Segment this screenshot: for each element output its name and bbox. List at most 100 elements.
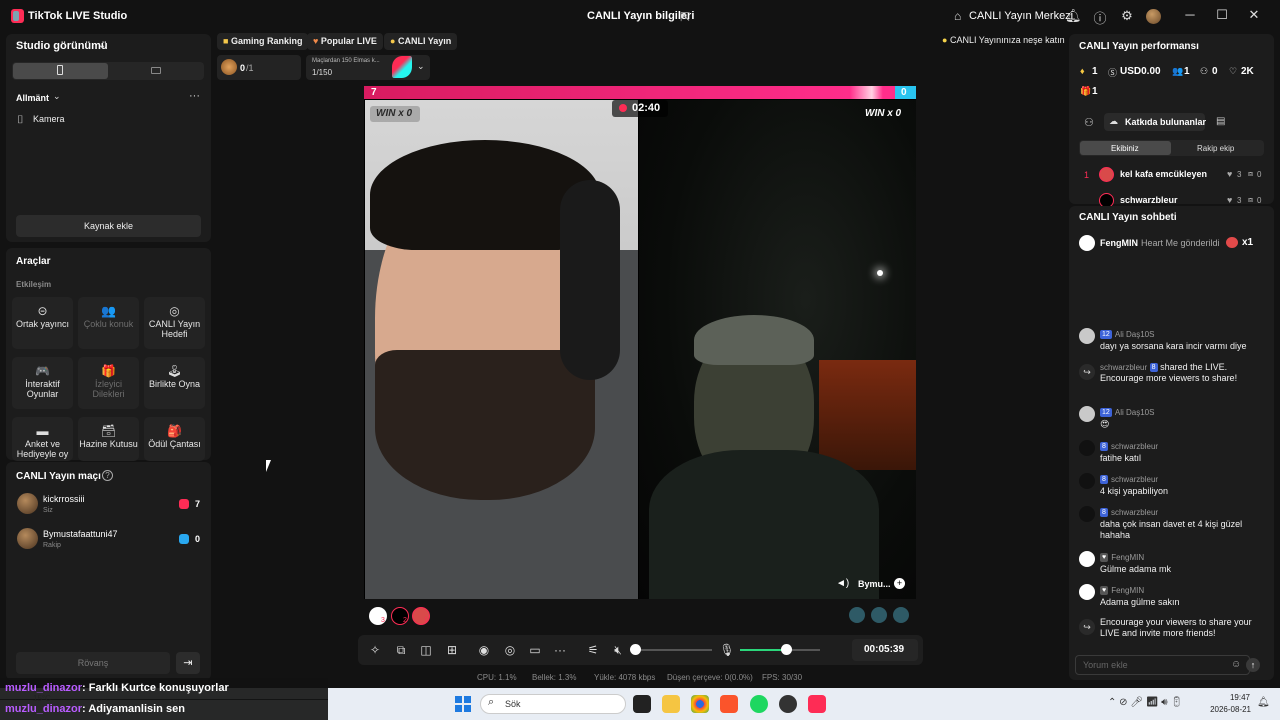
video-icon[interactable]: ▭ [527,643,543,657]
tool-multi-guest[interactable]: 👥 Çoklu konuk [78,297,139,349]
add-source-button[interactable]: Kaynak ekle [16,215,201,237]
windows-start-icon[interactable] [455,696,471,712]
studio-view-label[interactable]: Studio görünümü [16,40,108,52]
system-tray[interactable]: ⌃ ⊘ 🎤︎ 📶︎ 🔊︎ 🔋︎ [1108,697,1183,708]
minimize-button[interactable]: ─ [1182,7,1198,22]
avatar[interactable] [1079,584,1095,600]
avatar[interactable] [1146,9,1161,24]
rematch-button[interactable]: Rövanş [16,652,170,674]
treasure-box-icon: 🗃 [100,424,117,438]
seat-icon[interactable] [893,607,909,623]
metric-value: 2K [1241,66,1254,77]
avatar[interactable] [17,493,38,514]
screenshot-icon[interactable]: ◫ [418,643,434,657]
lightbulb-icon: ● [942,35,948,45]
avatar[interactable] [1079,328,1095,344]
speaker-icon[interactable]: ◄) [836,578,849,589]
task-view-icon[interactable] [633,695,651,713]
tool-poll[interactable]: ▬ Anket ve Hediyeyle oy [12,417,73,461]
record-icon[interactable]: ◉ [476,643,492,657]
list-icon[interactable]: ▤ [1216,116,1225,127]
pinned-avatar[interactable] [1079,235,1095,251]
heart-gift-icon [1226,237,1238,248]
landscape-icon[interactable] [151,67,161,74]
help-icon[interactable]: ⓘ [1092,8,1108,27]
avatar[interactable] [1079,440,1095,456]
chat-header: 8 schwarzbleur [1100,506,1158,518]
muted-speaker-icon[interactable]: 🔇︎ [610,643,626,658]
contributor-hearts: 3 [1237,196,1242,205]
file-explorer-icon[interactable] [662,695,680,713]
layout-icon[interactable]: ⧉ [393,643,409,658]
seat-icon[interactable] [849,607,865,623]
source-camera[interactable]: Kamera [33,114,65,124]
help-icon[interactable]: ? [102,470,113,481]
effects-icon[interactable]: ◎ [502,643,518,657]
more-menu-button[interactable]: ··· [189,90,200,102]
match-panel [6,462,211,680]
speaker-volume-knob[interactable] [630,644,641,655]
tool-link[interactable]: ⊝ Ortak yayıncı [12,297,73,349]
add-guest-icon[interactable]: + [894,578,905,589]
pinned-text: Heart Me gönderildi [1141,238,1220,248]
app-icon[interactable] [779,695,797,713]
bell-icon[interactable]: 🔔︎ [1065,8,1082,24]
chip-gaming-ranking[interactable]: ■ Gaming Ranking [217,33,309,50]
seat-icon[interactable] [871,607,887,623]
add-widget-icon[interactable]: ⊞ [444,643,460,657]
street-light [877,270,883,276]
tool-goal[interactable]: ◎ CANLI Yayın Hedefi [144,297,205,349]
speaker-volume-track[interactable] [634,649,712,651]
tool-viewer-request[interactable]: 🎁 İzleyici Dilekleri [78,357,139,409]
tool-gift-bag[interactable]: 🎒 Ödül Çantası [144,417,205,461]
guest-shirt [649,450,879,599]
maximize-button[interactable]: ☐ [1214,7,1230,23]
avatar[interactable] [1079,406,1095,422]
avatar[interactable] [17,528,38,549]
spotify-icon[interactable] [750,695,768,713]
taskbar-search[interactable] [480,694,626,714]
user-settings-icon[interactable]: ⚇ [1084,116,1094,129]
avatar[interactable] [1079,506,1095,522]
share-icon[interactable]: ⇱ [680,10,690,24]
more-icon[interactable]: ··· [552,643,568,657]
chip-canli-yayin[interactable]: ● CANLI Yayın [384,33,458,50]
emoji-icon[interactable]: ☺ [1231,659,1241,670]
home-icon[interactable]: ⌂ [954,9,961,23]
notification-icon[interactable]: 🔔︎ [1257,697,1270,708]
avatar[interactable] [1099,167,1114,182]
settings-sliders-icon[interactable]: ⚟ [585,643,601,657]
tab-rival[interactable]: Rakip ekip [1197,144,1234,153]
metric-value: 1 [1092,66,1098,77]
player-name: Bymustafaattuni47 [43,529,118,539]
overlay-name: muzlu_dinazor [5,682,83,694]
chrome-icon[interactable] [691,695,709,713]
brave-icon[interactable] [720,695,738,713]
mic-volume-knob[interactable] [781,644,792,655]
tool-gamepad[interactable]: 🎮 İnteraktif Oyunlar [12,357,73,409]
supporter-rank: 1 [424,617,428,624]
live-center-link[interactable]: CANLI Yayın Merkezi [969,10,1073,22]
chevron-down-icon[interactable]: ⌄ [98,40,106,51]
scene-chevron-icon[interactable]: ⌄ [53,91,61,102]
microphone-icon[interactable]: 🎙︎ [719,643,735,657]
tool-joystick[interactable]: 🕹 Birlikte Oyna [144,357,205,409]
contributor-name: schwarzbleur [1120,195,1178,205]
promo-text[interactable]: ● CANLI Yayınınıza neşe katın [942,35,1065,45]
avatar[interactable] [1079,473,1095,489]
tool-treasure-box[interactable]: 🗃 Hazine Kutusu [78,417,139,461]
mouse-cursor [266,460,276,472]
close-button[interactable]: ✕ [1246,7,1262,23]
avatar[interactable] [1079,551,1095,567]
chip-popular-live[interactable]: ♥ Popular LIVE [307,33,383,50]
live-info-title[interactable]: CANLI Yayın bilgileri [587,10,694,22]
magic-wand-icon[interactable]: ✧ [367,643,383,657]
player-sub: Siz [43,507,53,514]
goal-chevron-icon[interactable]: ⌄ [417,61,425,72]
chip-label: Gaming Ranking [230,36,303,46]
gear-icon[interactable]: ⚙ [1119,8,1135,24]
exit-match-icon[interactable]: ⇥ [176,652,200,674]
tiktok-studio-icon[interactable] [808,695,826,713]
scene-label[interactable]: Allmänt [16,93,49,103]
send-icon[interactable]: ↑ [1246,658,1260,672]
